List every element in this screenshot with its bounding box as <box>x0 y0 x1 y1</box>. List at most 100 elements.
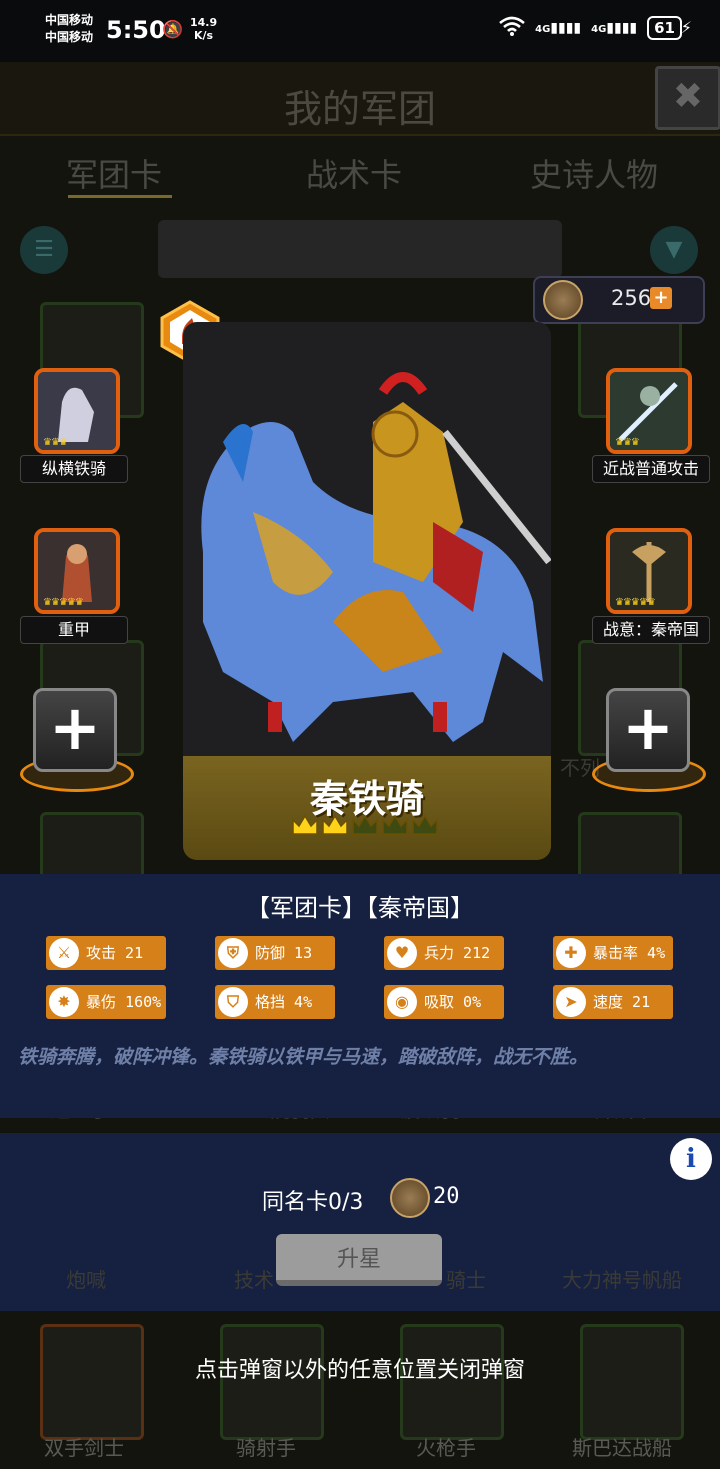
upgrade-cost: 20 <box>433 1184 460 1209</box>
carrier-2: 中国移动 <box>45 30 94 44</box>
stat-block: ⛉ 格挡 4% <box>215 985 335 1019</box>
status-bar: 中国移动 中国移动 5:50 🔕 14.9 K/s 4G▮▮▮▮ 4G▮▮▮▮ … <box>0 0 720 62</box>
stat-lifesteal: ◉ 吸取 0% <box>384 985 504 1019</box>
stat-label: 攻击 <box>86 944 117 962</box>
card-description: 铁骑奔腾，破阵冲锋。秦铁骑以铁甲与马速，踏破敌阵，战无不胜。 <box>18 1046 589 1068</box>
stat-label: 格挡 <box>255 993 286 1011</box>
signal-icon-2: 4G▮▮▮▮ <box>591 20 638 36</box>
stat-label: 兵力 <box>424 944 455 962</box>
add-skill-button-left[interactable]: + <box>33 688 117 772</box>
stat-label: 吸取 <box>424 993 455 1011</box>
block-icon: ⛉ <box>218 987 248 1017</box>
stat-crit-damage: ✸ 暴伤 160% <box>46 985 166 1019</box>
add-currency-button[interactable]: + <box>650 287 672 309</box>
tab-legion-cards[interactable]: 军团卡 <box>66 150 162 196</box>
skill-label: 近战普通攻击 <box>592 455 710 483</box>
carrier-1: 中国移动 <box>45 13 94 27</box>
status-icons: 4G▮▮▮▮ 4G▮▮▮▮ 61 <box>499 16 682 40</box>
skill-slot-fighting-spirit[interactable]: ♛♛♛♛♛ <box>606 528 692 614</box>
shield-icon: ⛨ <box>218 938 248 968</box>
stat-defense: ⛨ 防御 13 <box>215 936 335 970</box>
skill-label: 战意：秦帝国 <box>592 616 710 644</box>
plus-icon: + <box>622 691 674 764</box>
background-card-label: 斯巴达战船 <box>572 1436 672 1460</box>
sword-icon: ⚔ <box>49 938 79 968</box>
crit-icon: ✚ <box>556 938 586 968</box>
filter-icon[interactable]: ▼ <box>650 226 698 274</box>
speed-value: 14.9 <box>190 16 218 29</box>
speed-unit: K/s <box>194 29 214 42</box>
heart-icon: ♥ <box>387 938 417 968</box>
plus-icon: + <box>49 691 101 764</box>
cavalry-portrait <box>201 372 551 742</box>
crit-damage-icon: ✸ <box>49 987 79 1017</box>
background-card-label: 骑射手 <box>236 1436 296 1460</box>
currency-amount: 256 <box>611 286 652 310</box>
upgrade-star-button[interactable]: 升星 <box>276 1234 442 1286</box>
duplicate-card-count: 同名卡0/3 <box>262 1190 364 1215</box>
tab-epic-characters[interactable]: 史诗人物 <box>530 150 658 196</box>
stat-label: 防御 <box>255 944 286 962</box>
background-card-label: 双手剑士 <box>44 1436 124 1460</box>
bell-muted-icon: 🔕 <box>162 20 184 40</box>
tab-tactic-cards[interactable]: 战术卡 <box>306 150 402 196</box>
clock: 5:50 <box>106 16 166 44</box>
crown-empty-icon <box>352 814 378 835</box>
network-speed: 14.9 K/s <box>190 16 217 42</box>
stat-value: 21 <box>632 993 651 1011</box>
skill-slot-zongheng-tieqi[interactable]: ♛♛♛ <box>34 368 120 454</box>
search-input[interactable] <box>158 220 562 278</box>
stat-value: 13 <box>294 944 313 962</box>
card-type-label: 【军团卡】【秦帝国】 <box>246 894 474 922</box>
stat-label: 暴击率 <box>593 944 639 962</box>
stat-value: 160% <box>125 993 162 1011</box>
star-rating <box>291 814 439 836</box>
stat-label: 速度 <box>593 993 624 1011</box>
wifi-icon <box>499 16 525 40</box>
add-skill-button-right[interactable]: + <box>606 688 690 772</box>
list-icon[interactable]: ☰ <box>20 226 68 274</box>
skill-label: 重甲 <box>20 616 128 644</box>
close-icon: ✖ <box>672 76 704 117</box>
crown-empty-icon <box>382 814 408 835</box>
eagle-emblem-icon <box>543 280 583 320</box>
stat-attack: ⚔ 攻击 21 <box>46 936 166 970</box>
skill-slot-heavy-armor[interactable]: ♛♛♛♛♛ <box>34 528 120 614</box>
stat-crit-rate: ✚ 暴击率 4% <box>553 936 673 970</box>
legion-card: 秦铁骑 <box>183 322 551 860</box>
skill-crowns: ♛♛♛♛♛ <box>615 597 656 608</box>
crown-filled-icon <box>292 814 318 835</box>
stat-value: 4% <box>294 993 313 1011</box>
carrier-info: 中国移动 中国移动 <box>45 12 93 46</box>
stat-value: 0% <box>463 993 482 1011</box>
battery-indicator: 61 <box>647 16 682 40</box>
background-card-label: 火枪手 <box>416 1436 476 1460</box>
stat-speed: ➤ 速度 21 <box>553 985 673 1019</box>
stat-value: 21 <box>125 944 144 962</box>
background-card-label: 大力神号帆船 <box>562 1268 682 1292</box>
eagle-emblem-icon <box>390 1178 430 1218</box>
info-icon[interactable]: i <box>670 1138 712 1180</box>
stat-value: 212 <box>463 944 491 962</box>
background-card-label: 炮喊 <box>66 1268 106 1292</box>
stat-troops: ♥ 兵力 212 <box>384 936 504 970</box>
active-tab-indicator <box>68 195 172 198</box>
close-button[interactable]: ✖ <box>655 66 720 130</box>
page-title: 我的军团 <box>283 87 436 131</box>
background-card-label: 技术 <box>234 1268 274 1292</box>
close-hint: 点击弹窗以外的任意位置关闭弹窗 <box>194 1358 525 1383</box>
stat-value: 4% <box>647 944 666 962</box>
skill-crowns: ♛♛♛ <box>43 437 68 448</box>
skill-crowns: ♛♛♛ <box>615 437 640 448</box>
background-card-label: 骑士 <box>446 1268 486 1292</box>
skill-crowns: ♛♛♛♛♛ <box>43 597 84 608</box>
charging-icon: ⚡ <box>680 18 692 37</box>
stat-label: 暴伤 <box>86 993 117 1011</box>
crown-empty-icon <box>412 814 438 835</box>
currency-display: 256 + <box>533 276 705 324</box>
skill-label: 纵横铁骑 <box>20 455 128 483</box>
crown-filled-icon <box>322 814 348 835</box>
boot-icon: ➤ <box>556 987 586 1017</box>
skill-slot-melee-attack[interactable]: ♛♛♛ <box>606 368 692 454</box>
signal-icon-1: 4G▮▮▮▮ <box>535 20 582 36</box>
